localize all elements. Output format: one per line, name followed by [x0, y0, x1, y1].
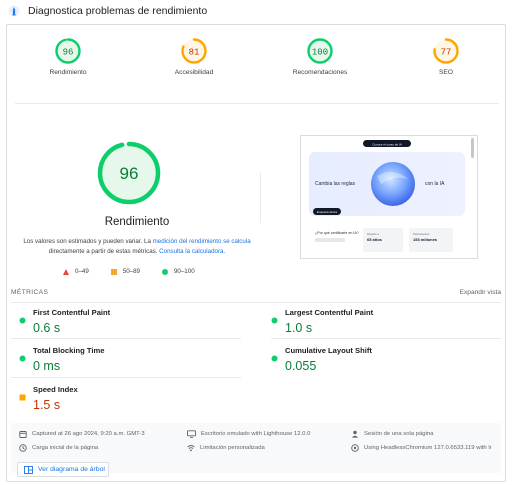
performance-calc-link[interactable]: medición del rendimiento se calcula — [153, 238, 251, 245]
legend-poor: 0–49 — [63, 268, 89, 275]
desktop-icon — [187, 430, 196, 438]
thumb-stat-1-label: Dirigido a — [367, 232, 379, 236]
legend-average: 50–89 — [110, 268, 140, 275]
legend-label: 50–89 — [122, 268, 140, 275]
expand-view-toggle[interactable]: Expandir vista — [460, 289, 501, 296]
thumb-stat-1-value: 65 años — [367, 237, 383, 242]
square-icon — [110, 268, 117, 275]
gauge-score: 81 — [189, 48, 200, 58]
thumb-question: ¿Por qué certificarte en IA? — [315, 231, 359, 235]
metric-value: 0 ms — [33, 359, 61, 373]
info-text: Escritorio emulado with Lighthouse 12.0.… — [201, 431, 311, 437]
metric-name: Largest Contentful Paint — [285, 308, 374, 317]
gauge-ring: 81 — [181, 38, 207, 64]
good-circle-icon — [19, 349, 26, 367]
device-info: Escritorio emulado with Lighthouse 12.0.… — [187, 430, 347, 438]
metric-value: 0.6 s — [33, 321, 61, 335]
metrics-heading: MÉTRICAS — [11, 289, 49, 296]
gauge-ring: 100 — [307, 38, 333, 64]
good-circle-icon — [271, 349, 278, 367]
thumb-stat-2-value: 153 millones — [413, 237, 438, 242]
clock-icon — [19, 444, 27, 452]
treemap-button-label: Ver diagrama de árbol — [38, 466, 105, 473]
vertical-divider — [260, 173, 261, 223]
note-text-2: directamente a partir de estas métricas. — [48, 247, 160, 255]
info-text: Captured at 26 ago 2024, 9:20 a.m. GMT-3 — [32, 431, 145, 437]
calendar-icon — [19, 431, 27, 438]
thumb-nav-text: Conoce el curso de IA — [372, 143, 402, 147]
summary-gauges: 96 Rendimiento 81 Accesibilidad 100 Recomenda… — [7, 37, 507, 76]
metric-name: Total Blocking Time — [33, 346, 105, 355]
throttling-info[interactable]: Limitación personalizada — [187, 444, 347, 452]
triangle-icon — [63, 268, 69, 275]
divider — [11, 338, 241, 339]
info-text: Sesión de una sola página — [364, 431, 434, 437]
divider — [11, 302, 501, 303]
gauge-ring: 96 — [55, 38, 81, 64]
metric-name: First Contentful Paint — [33, 308, 111, 317]
note-text: Los valores son estimados y pueden varia… — [23, 238, 153, 245]
browser-icon — [351, 444, 359, 452]
calculator-link[interactable]: Consulta la calculadora. — [159, 248, 225, 255]
legend-label: 0–49 — [75, 268, 89, 275]
gauge-label: Accesibilidad — [174, 69, 214, 76]
person-icon — [351, 430, 359, 438]
metric-name: Speed Index — [33, 385, 78, 394]
score-legend: 0–49 50–89 90–100 — [63, 268, 195, 275]
captured-at: Captured at 26 ago 2024, 9:20 a.m. GMT-3 — [19, 430, 179, 438]
thumb-cta-text: Empieza ahora — [317, 210, 338, 214]
gauge-ring: 77 — [433, 38, 459, 64]
metric-name: Cumulative Layout Shift — [285, 346, 372, 355]
page-header: Diagnostica problemas de rendimiento — [0, 0, 512, 22]
gauge-label: Recomendaciones — [292, 69, 348, 76]
thumb-stat-2-label: Participantes — [413, 232, 430, 236]
session-info: Sesión de una sola página — [351, 430, 499, 438]
page-title: Diagnostica problemas de rendimiento — [28, 5, 208, 17]
metric-value: 1.0 s — [285, 321, 313, 335]
legend-good: 90–100 — [161, 268, 195, 275]
good-circle-icon — [19, 311, 26, 329]
divider — [271, 338, 501, 339]
gauge-best-practices[interactable]: 100 Recomendaciones — [288, 37, 352, 76]
gauge-label: Rendimiento — [49, 69, 87, 76]
thumb-hero-right: con la IA — [425, 181, 445, 187]
browser-info: Using HeadlessChromium 127.0.6533.119 wi… — [351, 444, 499, 452]
divider — [11, 377, 241, 378]
info-text: Using HeadlessChromium 127.0.6533.119 wi… — [364, 445, 492, 451]
lighthouse-icon — [8, 5, 20, 17]
info-text: Carga inicial de la página — [32, 445, 99, 451]
final-screenshot[interactable]: Conoce el curso de IA Cambia las reglas … — [300, 135, 478, 259]
estimate-note: Los valores son estimados y pueden varia… — [23, 237, 251, 256]
legend-label: 90–100 — [173, 268, 195, 275]
report-card: 96 Rendimiento 81 Accesibilidad 100 Recomenda… — [6, 24, 506, 482]
gauge-score: 77 — [441, 48, 452, 58]
gauge-seo[interactable]: 77 SEO — [414, 37, 478, 76]
main-performance-gauge: 96 — [95, 139, 163, 212]
circle-icon — [161, 268, 168, 275]
gauge-performance[interactable]: 96 Rendimiento — [36, 37, 100, 76]
average-square-icon — [19, 388, 26, 406]
info-text: Limitación personalizada — [200, 445, 265, 451]
divider — [15, 103, 499, 104]
load-info: Carga inicial de la página — [19, 444, 179, 452]
metrics-header: MÉTRICAS Expandir vista — [11, 286, 501, 302]
treemap-button[interactable]: Ver diagrama de árbol — [17, 462, 109, 477]
metric-value: 1.5 s — [33, 398, 61, 412]
treemap-icon — [24, 465, 33, 474]
gauge-score: 96 — [63, 48, 74, 58]
thumb-scrollbar — [471, 138, 474, 158]
metric-value: 0.055 — [285, 359, 317, 373]
thumb-hero-left: Cambia las reglas — [315, 181, 356, 187]
thumb-orb — [371, 162, 415, 206]
gauge-accessibility[interactable]: 81 Accesibilidad — [162, 37, 226, 76]
main-gauge-score: 96 — [120, 164, 139, 183]
good-circle-icon — [271, 311, 278, 329]
gauge-score: 100 — [312, 48, 328, 58]
gauge-label: SEO — [439, 69, 453, 76]
wifi-icon — [187, 445, 195, 452]
main-gauge-title: Rendimiento — [104, 216, 170, 228]
